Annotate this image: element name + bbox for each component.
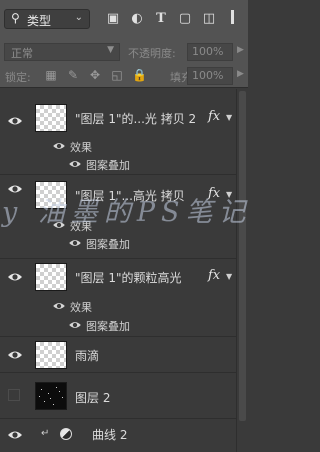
visibility-eye-icon[interactable] (7, 271, 23, 283)
curves-adjustment-icon (60, 428, 72, 440)
layer-name: "图层 1"的...光 拷贝 2 (75, 112, 197, 126)
shape-filter-icon[interactable]: ▢ (176, 10, 194, 28)
layer-name: 曲线 2 (92, 428, 128, 442)
lock-transparency-icon[interactable]: ▦ (44, 68, 58, 82)
layer-filter-bar: ⚲ 类型 ⌄ ▣ ◐ T ▢ ◫ (0, 0, 248, 40)
layer-row[interactable]: 雨滴 (0, 337, 236, 373)
layer-row[interactable]: "图层 1"的...光 拷贝 2 fx ▼ 效果 图案叠加 (0, 89, 236, 175)
effects-label: 效果 (70, 141, 92, 154)
effects-eye-icon[interactable] (52, 300, 66, 314)
adjustment-filter-icon[interactable]: ◐ (128, 10, 146, 28)
effect-name: 图案叠加 (86, 238, 130, 251)
layers-scrollbar[interactable] (236, 89, 248, 452)
filter-toggle-icon[interactable] (227, 10, 237, 28)
chevron-right-icon[interactable]: ▼ (226, 190, 232, 199)
layer-name: 图层 2 (75, 391, 111, 405)
layer-row[interactable]: "图层 1"的颗粒高光 fx ▼ 效果 图案叠加 (0, 259, 236, 337)
filter-kind-select[interactable]: ⚲ 类型 ⌄ (4, 9, 90, 29)
fx-icon[interactable]: fx (208, 268, 220, 283)
blend-mode-value: 正常 (11, 47, 33, 60)
filter-kind-label: 类型 (27, 14, 52, 28)
smart-object-filter-icon[interactable]: ◫ (200, 10, 218, 28)
layer-thumbnail (35, 263, 67, 291)
fx-icon[interactable]: fx (208, 186, 220, 201)
effect-eye-icon[interactable] (68, 237, 82, 251)
blend-mode-bar: 正常 ▼ 不透明度: 100% ▶ (0, 40, 248, 64)
image-filter-icon[interactable]: ▣ (104, 10, 122, 28)
layer-row[interactable]: ↵ 曲线 2 (0, 419, 236, 452)
fx-icon[interactable]: fx (208, 109, 220, 124)
lock-artboard-icon[interactable]: ◱ (110, 68, 124, 82)
lock-bar: 锁定: ▦ ✎ ✥ ◱ 🔒 填充: 100% ▶ (0, 64, 248, 88)
chevron-right-icon[interactable]: ▶ (237, 69, 244, 79)
effect-eye-icon[interactable] (68, 158, 82, 172)
type-filter-icon[interactable]: T (152, 10, 170, 28)
visibility-eye-icon[interactable] (7, 349, 23, 361)
effects-label: 效果 (70, 301, 92, 314)
layer-name: 雨滴 (75, 349, 100, 363)
fill-input[interactable]: 100% (187, 67, 233, 85)
effects-label: 效果 (70, 220, 92, 233)
visibility-eye-icon[interactable] (7, 429, 23, 441)
effects-eye-icon[interactable] (52, 140, 66, 154)
layer-row[interactable]: 图层 2 (0, 373, 236, 419)
blend-mode-select[interactable]: 正常 ▼ (4, 43, 120, 61)
effects-eye-icon[interactable] (52, 219, 66, 233)
effect-name: 图案叠加 (86, 159, 130, 172)
opacity-input[interactable]: 100% (187, 43, 233, 61)
clipping-mask-icon: ↵ (41, 428, 50, 439)
layer-thumbnail (35, 382, 67, 410)
effect-name: 图案叠加 (86, 320, 130, 333)
layer-name: "图层 1"...高光 拷贝 (75, 189, 185, 203)
opacity-label: 不透明度: (128, 47, 176, 60)
search-icon: ⚲ (11, 11, 20, 25)
layer-thumbnail (35, 181, 67, 209)
layer-thumbnail (35, 341, 67, 369)
layer-thumbnail (35, 104, 67, 132)
chevron-right-icon[interactable]: ▼ (226, 272, 232, 281)
visibility-eye-icon[interactable] (7, 183, 23, 195)
visibility-eye-icon[interactable] (7, 115, 23, 127)
layer-name: "图层 1"的颗粒高光 (75, 271, 182, 285)
effect-eye-icon[interactable] (68, 319, 82, 333)
lock-paint-icon[interactable]: ✎ (66, 68, 80, 82)
scrollbar-thumb[interactable] (239, 91, 246, 421)
chevron-down-icon: ▼ (107, 45, 114, 55)
lock-label: 锁定: (5, 71, 31, 84)
chevron-right-icon[interactable]: ▼ (226, 113, 232, 122)
lock-position-icon[interactable]: ✥ (88, 68, 102, 82)
visibility-toggle-off[interactable] (8, 389, 20, 401)
chevron-down-icon: ⌄ (74, 12, 83, 23)
layer-row[interactable]: "图层 1"...高光 拷贝 fx ▼ 效果 图案叠加 (0, 175, 236, 259)
chevron-right-icon[interactable]: ▶ (237, 45, 244, 55)
lock-all-icon[interactable]: 🔒 (132, 68, 147, 82)
